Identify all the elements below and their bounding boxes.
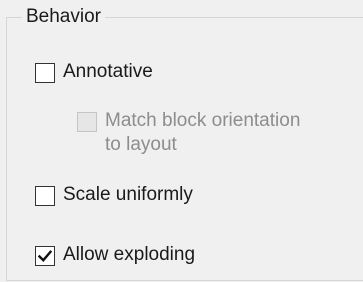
match-block-orientation-label-line2: to layout: [105, 134, 177, 155]
scale-uniformly-label: Scale uniformly: [63, 184, 193, 205]
match-block-orientation-label: Match block orientation to layout: [105, 109, 300, 157]
scale-uniformly-checkbox[interactable]: [35, 186, 55, 206]
scale-uniformly-option[interactable]: Scale uniformly: [35, 184, 193, 207]
allow-exploding-checkbox[interactable]: [35, 246, 55, 266]
match-block-orientation-label-line1: Match block orientation: [105, 110, 301, 131]
annotative-option[interactable]: Annotative: [35, 61, 153, 84]
match-block-orientation-checkbox[interactable]: [77, 112, 97, 132]
checkmark-icon: [37, 250, 53, 262]
annotative-checkbox[interactable]: [35, 63, 55, 83]
allow-exploding-label: Allow exploding: [63, 244, 196, 265]
match-block-orientation-option[interactable]: Match block orientation to layout: [77, 109, 300, 157]
behavior-group-title: Behavior: [22, 5, 105, 29]
allow-exploding-option[interactable]: Allow exploding: [35, 244, 196, 267]
annotative-label: Annotative: [63, 61, 153, 82]
